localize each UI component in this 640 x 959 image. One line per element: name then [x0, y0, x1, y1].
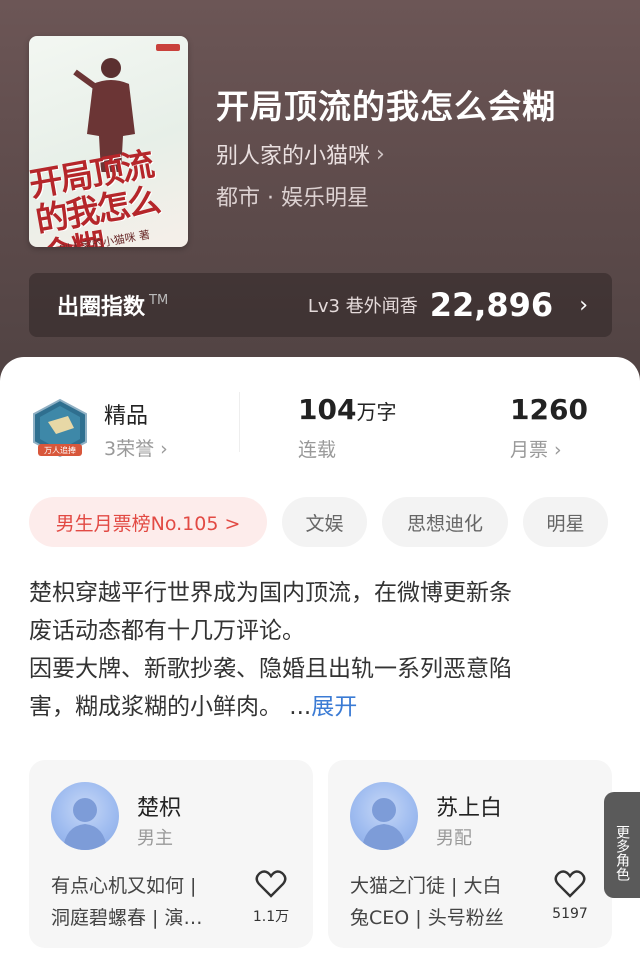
- description-line: 楚枳穿越平行世界成为国内顶流，在微博更新条: [29, 580, 512, 606]
- trademark-mark: TM: [149, 292, 169, 308]
- character-desc-line: 兔CEO | 头号粉丝: [350, 907, 504, 929]
- character-role: 男主: [137, 828, 173, 849]
- avatar-silhouette-icon: [63, 798, 107, 850]
- index-label: 出圈指数: [57, 295, 146, 320]
- character-name: 苏上白: [436, 796, 503, 821]
- honor-count-link[interactable]: 3荣誉 ›: [104, 434, 168, 461]
- index-level: Lv3 巷外闻香: [307, 296, 418, 317]
- publisher-badge: [156, 44, 180, 51]
- word-count: 104万字: [298, 393, 396, 426]
- character-card[interactable]: 苏上白 男配 大猫之门徒 | 大白 兔CEO | 头号粉丝 5197: [328, 760, 612, 948]
- tag-chip[interactable]: 文娱: [282, 497, 367, 547]
- honor-title: 精品: [104, 404, 149, 429]
- word-count-unit: 万字: [356, 400, 397, 424]
- character-desc-line: 洞庭碧螺春 | 演…: [51, 907, 203, 929]
- monthly-ticket-link[interactable]: 月票 ›: [510, 435, 562, 462]
- heart-icon: [255, 870, 287, 898]
- expand-link[interactable]: 展开: [311, 694, 357, 720]
- character-description: 大猫之门徒 | 大白 兔CEO | 头号粉丝: [350, 870, 546, 934]
- word-count-number: 104: [298, 393, 357, 426]
- like-button[interactable]: 5197: [550, 870, 590, 922]
- stats-divider: [239, 392, 240, 452]
- description-line: 废话动态都有十几万评论。: [29, 618, 305, 644]
- tag-chip[interactable]: 思想迪化: [382, 497, 508, 547]
- character-card[interactable]: 楚枳 男主 有点心机又如何 | 洞庭碧螺春 | 演… 1.1万: [29, 760, 313, 948]
- book-title: 开局顶流的我怎么会糊: [216, 87, 556, 126]
- monthly-ticket-count: 1260: [510, 393, 588, 426]
- popularity-index-bar[interactable]: 出圈指数 TM Lv3 巷外闻香 22,896 ›: [29, 273, 612, 337]
- like-count: 1.1万: [252, 909, 290, 925]
- author-link[interactable]: 别人家的小猫咪 ›: [216, 138, 385, 170]
- cover-title: 开局顶流的我怎么会糊: [29, 144, 162, 247]
- tag-chip[interactable]: 明星: [523, 497, 608, 547]
- rank-chip[interactable]: 男生月票榜No.105 >: [29, 497, 267, 547]
- chevron-right-icon: ›: [579, 292, 588, 318]
- character-role: 男配: [436, 828, 472, 849]
- description-tail: 害，糊成浆糊的小鲜肉。 ...: [29, 694, 312, 720]
- like-button[interactable]: 1.1万: [251, 870, 291, 926]
- book-category: 都市 · 娱乐明星: [216, 186, 369, 211]
- like-count: 5197: [552, 906, 588, 922]
- avatar-silhouette-icon: [362, 798, 406, 850]
- description-line: 害，糊成浆糊的小鲜肉。 ...展开: [29, 688, 614, 726]
- character-description: 有点心机又如何 | 洞庭碧螺春 | 演…: [51, 870, 247, 934]
- avatar: [350, 782, 418, 850]
- book-cover[interactable]: 开局顶流的我怎么会糊 别人家的小猫咪 著: [29, 36, 188, 247]
- serial-status: 连载: [298, 439, 337, 461]
- avatar: [51, 782, 119, 850]
- character-desc-line: 大猫之门徒 | 大白: [350, 875, 502, 897]
- author-name: 别人家的小猫咪: [216, 144, 371, 169]
- honor-badge-icon[interactable]: 万人追捧: [30, 398, 90, 460]
- character-desc-line: 有点心机又如何 |: [51, 875, 197, 897]
- book-description: 楚枳穿越平行世界成为国内顶流，在微博更新条 废话动态都有十几万评论。 因要大牌、…: [29, 574, 614, 726]
- description-line: 因要大牌、新歌抄袭、隐婚且出轨一系列恶意陷: [29, 656, 512, 682]
- index-value: 22,896: [429, 286, 554, 324]
- chevron-right-icon: ›: [376, 141, 385, 167]
- heart-icon: [554, 870, 586, 898]
- more-characters-tab[interactable]: 更多角色: [604, 792, 640, 898]
- character-name: 楚枳: [137, 796, 182, 821]
- badge-text: 万人追捧: [44, 445, 76, 455]
